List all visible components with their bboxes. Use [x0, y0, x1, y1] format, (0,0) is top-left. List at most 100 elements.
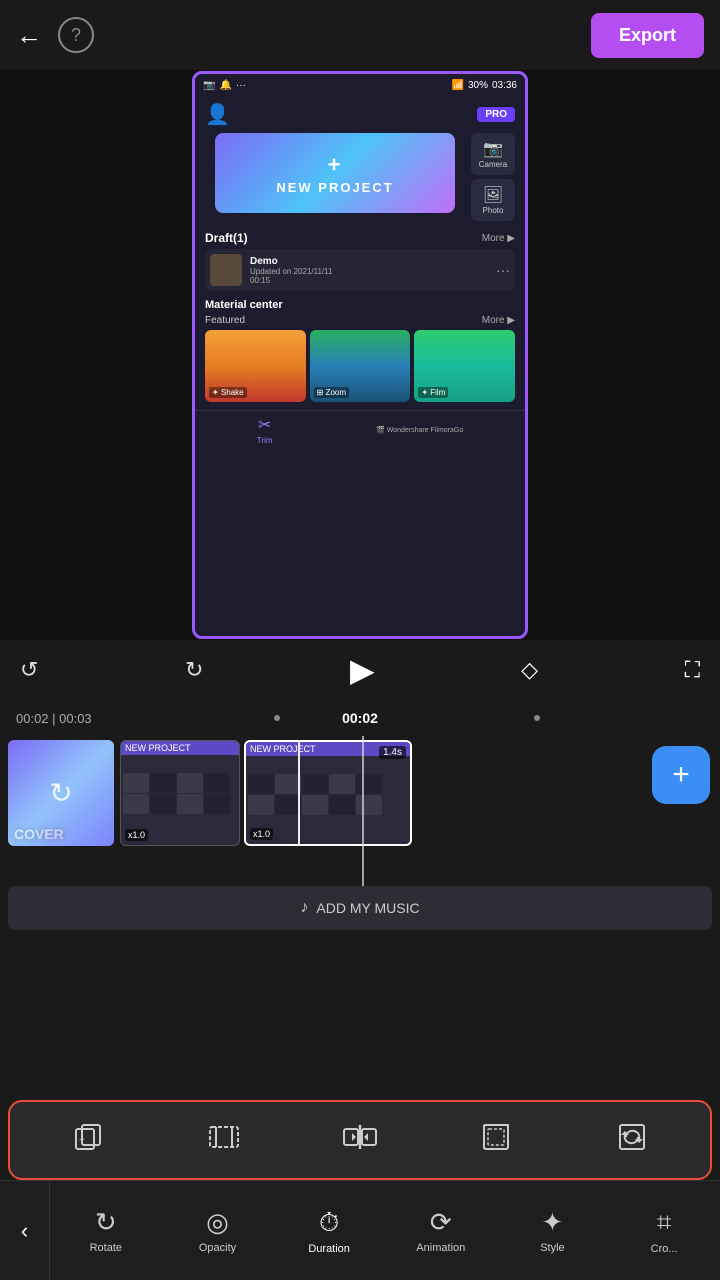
- clip-frame: [204, 773, 230, 793]
- export-button[interactable]: Export: [591, 13, 704, 58]
- add-music-label: ADD MY MUSIC: [316, 900, 419, 916]
- keyframe-icon[interactable]: ◇: [521, 657, 538, 683]
- nav-item-duration[interactable]: ⏱ Duration: [299, 1207, 359, 1255]
- shake-label: ✦ Shake: [209, 387, 247, 398]
- phone-header: 👤 PRO: [195, 96, 525, 133]
- clip-frame: [329, 795, 355, 815]
- time-current-display: 00:02: [342, 710, 378, 726]
- featured-item-shake[interactable]: ✦ Shake: [205, 330, 306, 402]
- clip-frame: [248, 795, 274, 815]
- camera-status-icon: 📷: [203, 80, 215, 91]
- photo-btn[interactable]: 🖼 Photo: [471, 179, 515, 221]
- clip-frame: [204, 794, 230, 814]
- draft-duration: 00:15: [250, 276, 332, 285]
- phone-watermark: 🎬 Wondershare FilmoraGo: [376, 426, 463, 434]
- watermark-text: Wondershare FilmoraGo: [387, 427, 464, 434]
- trim-clip-button[interactable]: [197, 1113, 251, 1167]
- undo-button[interactable]: ↺: [20, 657, 38, 683]
- animation-nav-label: Animation: [416, 1242, 465, 1254]
- add-music-bar[interactable]: ♪ ADD MY MUSIC: [8, 886, 712, 930]
- timeline-area[interactable]: ↻ COVER NEW PROJECT x1.0 NEW PROJECT: [0, 736, 720, 886]
- camera-btn[interactable]: 📷 Camera: [471, 133, 515, 175]
- timeline-clips: NEW PROJECT x1.0 NEW PROJECT: [120, 740, 712, 846]
- battery-level: 30%: [468, 80, 488, 91]
- rotate-nav-label: Rotate: [90, 1242, 122, 1254]
- clip-frame: [248, 774, 274, 794]
- back-button[interactable]: ←: [16, 20, 42, 51]
- clip-frame: [356, 774, 382, 794]
- nav-back-button[interactable]: ‹: [0, 1181, 50, 1280]
- featured-item-film[interactable]: ✦ Film: [414, 330, 515, 402]
- play-button[interactable]: ▶: [350, 651, 375, 689]
- duration-nav-label: Duration: [308, 1243, 350, 1255]
- scrubber-line-clips: [298, 740, 300, 846]
- nav-item-rotate[interactable]: ↻ Rotate: [76, 1207, 136, 1254]
- nav-items: ↻ Rotate ◎ Opacity ⏱ Duration ⟳ Animatio…: [50, 1181, 720, 1280]
- nav-item-crop[interactable]: ⌗ Cro...: [634, 1207, 694, 1255]
- featured-item-zoom[interactable]: ⊞ Zoom: [310, 330, 411, 402]
- photo-icon: 🖼: [483, 185, 503, 205]
- clip-frame: [150, 794, 176, 814]
- replace-icon: [616, 1121, 648, 1160]
- featured-more-link[interactable]: More ▶: [482, 315, 515, 326]
- profile-icon[interactable]: 👤: [205, 102, 230, 127]
- phone-content: 👤 PRO + NEW PROJECT 📷 Camera 🖼: [195, 96, 525, 636]
- trim-icon: [208, 1121, 240, 1160]
- replace-clip-button[interactable]: [605, 1113, 659, 1167]
- scrubber-line-main: [362, 736, 364, 886]
- draft-options-icon[interactable]: ···: [496, 262, 510, 278]
- clip-2-duration: 1.4s: [379, 746, 406, 759]
- split-icon: [342, 1121, 378, 1160]
- duration-nav-icon: ⏱: [319, 1207, 339, 1239]
- music-note-icon: ♪: [300, 899, 308, 917]
- time-total-display: 00:02 | 00:03: [16, 711, 92, 726]
- help-button[interactable]: ?: [58, 17, 94, 53]
- featured-header: Featured More ▶: [205, 315, 515, 326]
- clip-frame: [302, 774, 328, 794]
- film-label: ✦ Film: [418, 387, 448, 398]
- opacity-nav-icon: ◎: [206, 1207, 229, 1238]
- copy-clip-button[interactable]: +: [61, 1113, 115, 1167]
- draft-more-link[interactable]: More ▶: [482, 233, 515, 244]
- new-project-card[interactable]: + NEW PROJECT: [215, 133, 455, 213]
- featured-label: Featured: [205, 315, 245, 326]
- clock: 03:36: [492, 80, 517, 91]
- clip-frame: [123, 773, 149, 793]
- ruler-dot-right: [534, 715, 540, 721]
- rotate-nav-icon: ↻: [95, 1207, 117, 1238]
- nav-item-opacity[interactable]: ◎ Opacity: [187, 1207, 247, 1254]
- crop-clip-button[interactable]: [469, 1113, 523, 1167]
- fullscreen-button[interactable]: ⛶: [685, 657, 700, 683]
- clip-frame: [356, 795, 382, 815]
- phone-trim-btn[interactable]: ✂ Trim: [257, 415, 273, 445]
- draft-info: Demo Updated on 2021/11/11 00:15: [250, 256, 332, 285]
- featured-grid: ✦ Shake ⊞ Zoom ✦ Film: [205, 330, 515, 402]
- redo-button[interactable]: ↻: [185, 657, 203, 683]
- draft-item[interactable]: Demo Updated on 2021/11/11 00:15 ···: [205, 249, 515, 291]
- svg-text:+: +: [79, 1135, 85, 1146]
- phone-status-bar: 📷 🔔 ··· 📶 30% 03:36: [195, 74, 525, 96]
- preview-area: 📷 🔔 ··· 📶 30% 03:36 👤 PRO +: [0, 70, 720, 640]
- clip-frame: [177, 773, 203, 793]
- animation-nav-icon: ⟳: [430, 1207, 452, 1238]
- status-left-icons: 📷 🔔 ···: [203, 80, 246, 91]
- clip-frame: [123, 794, 149, 814]
- phone-trim-label: Trim: [257, 436, 273, 445]
- clip-item-1[interactable]: NEW PROJECT x1.0: [120, 740, 240, 846]
- cover-thumbnail[interactable]: ↻ COVER: [8, 740, 114, 846]
- phone-mockup: 📷 🔔 ··· 📶 30% 03:36 👤 PRO +: [192, 71, 528, 639]
- nav-item-animation[interactable]: ⟳ Animation: [411, 1207, 471, 1254]
- clip-item-2[interactable]: NEW PROJECT x1.0 1.4s: [244, 740, 412, 846]
- pro-badge[interactable]: PRO: [477, 107, 515, 122]
- more-dots: ···: [236, 80, 246, 91]
- new-project-plus-icon: +: [328, 152, 343, 178]
- phone-side-buttons: 📷 Camera 🖼 Photo: [471, 133, 515, 221]
- split-clip-button[interactable]: [333, 1113, 387, 1167]
- edit-toolbar: +: [8, 1100, 712, 1180]
- copy-icon: +: [72, 1121, 104, 1160]
- clip-frame: [150, 773, 176, 793]
- add-clip-button[interactable]: +: [652, 746, 710, 804]
- nav-item-style[interactable]: ✦ Style: [522, 1207, 582, 1254]
- wifi-icon: 📶: [452, 80, 464, 91]
- zoom-label: ⊞ Zoom: [314, 387, 349, 398]
